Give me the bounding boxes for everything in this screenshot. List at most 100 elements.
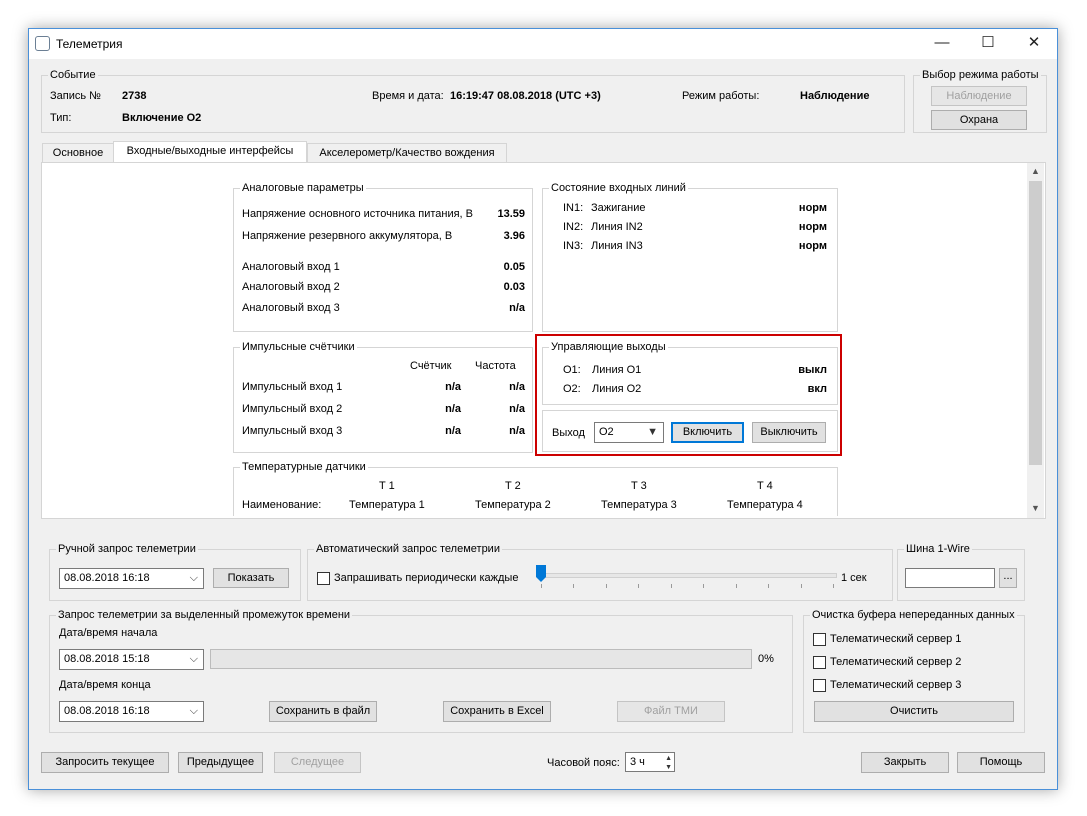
pulse-row-label: Импульсный вход 1 (242, 381, 343, 393)
slider-tick (573, 584, 575, 588)
temp-sensor-name: Температура 2 (475, 499, 551, 511)
auto-request-legend: Автоматический запрос телеметрии (316, 543, 500, 555)
interval-slider-thumb[interactable] (536, 565, 546, 583)
clear-buffer-button[interactable]: Очистить (814, 701, 1014, 722)
range-start-label: Дата/время начала (59, 627, 158, 639)
type-label: Тип: (50, 112, 72, 124)
request-current-button[interactable]: Запросить текущее (41, 752, 169, 773)
temp-sensor-name: Температура 1 (349, 499, 425, 511)
close-icon[interactable]: ✕ (1011, 29, 1057, 59)
range-start-picker[interactable]: 08.08.2018 15:18 ⌵ (59, 649, 204, 670)
interval-slider-track[interactable] (537, 573, 837, 578)
mode-label: Режим работы: (682, 90, 760, 102)
server-2-checkbox[interactable] (813, 656, 826, 669)
input-lines-legend: Состояние входных линий (551, 182, 686, 194)
server-2-label: Телематический сервер 2 (830, 656, 962, 668)
pulse-col-freq: Частота (475, 360, 516, 372)
turn-on-button[interactable]: Включить (671, 422, 744, 443)
pulse-row-freq: n/a (509, 403, 525, 415)
slider-tick (605, 584, 607, 588)
show-button[interactable]: Показать (213, 568, 289, 588)
server-3-label: Телематический сервер 3 (830, 679, 962, 691)
pulse-row-counter: n/a (445, 403, 461, 415)
scroll-down-icon[interactable]: ▼ (1031, 503, 1040, 513)
output-state: вкл (807, 383, 827, 395)
slider-tick (541, 584, 542, 588)
tab-main[interactable]: Основное (42, 143, 114, 162)
slider-tick (670, 584, 672, 588)
pulse-row-counter: n/a (445, 381, 461, 393)
onewire-input[interactable] (905, 568, 995, 588)
pulse-col-counter: Счётчик (410, 360, 452, 372)
save-file-button[interactable]: Сохранить в файл (269, 701, 377, 722)
analog-row-value: 13.59 (497, 208, 525, 220)
maximize-icon[interactable]: ☐ (965, 29, 1011, 59)
datetime-label: Время и дата: (372, 90, 444, 102)
range-start-value: 08.08.2018 15:18 (64, 653, 150, 665)
save-excel-button[interactable]: Сохранить в Excel (443, 701, 551, 722)
temp-sensor-name: Температура 4 (727, 499, 803, 511)
output-name: Линия O1 (592, 364, 642, 376)
temp-sensor-id: T 2 (505, 480, 521, 492)
analog-row-value: 0.03 (503, 281, 525, 293)
turn-off-button[interactable]: Выключить (752, 422, 826, 443)
telemetry-window: Телеметрия — ☐ ✕ Событие Запись № 2738 Т… (28, 28, 1058, 790)
minimize-icon[interactable]: — (919, 29, 965, 59)
periodic-checkbox-label: Запрашивать периодически каждые (334, 572, 519, 584)
chevron-down-icon: ⌵ (189, 705, 198, 717)
tmi-file-button[interactable]: Файл ТМИ (617, 701, 725, 722)
range-progress-text: 0% (758, 653, 774, 665)
vertical-scrollbar[interactable]: ▲ ▼ (1027, 163, 1044, 518)
analog-legend: Аналоговые параметры (242, 182, 364, 194)
onewire-browse-button[interactable]: ... (999, 568, 1017, 588)
datetime-value: 16:19:47 08.08.2018 (UTC +3) (450, 90, 601, 102)
input-line-id: IN1: (563, 202, 584, 214)
close-button[interactable]: Закрыть (861, 752, 949, 773)
previous-button[interactable]: Предыдущее (178, 752, 263, 773)
pulse-legend: Импульсные счётчики (242, 341, 355, 353)
server-3-checkbox[interactable] (813, 679, 826, 692)
slider-tick (800, 584, 802, 588)
analog-row-value: 3.96 (503, 230, 525, 242)
analog-row-label: Аналоговый вход 3 (242, 302, 340, 314)
help-button[interactable]: Помощь (957, 752, 1045, 773)
manual-date-picker[interactable]: 08.08.2018 16:18 ⌵ (59, 568, 204, 589)
range-progress-bar (210, 649, 752, 669)
range-request-legend: Запрос телеметрии за выделенный промежут… (58, 609, 351, 621)
spinner-arrows-icon[interactable]: ▲ ▼ (665, 754, 672, 772)
chevron-down-icon: ▼ (647, 426, 658, 438)
tab-accelerometer[interactable]: Акселерометр/Качество вождения (307, 143, 507, 162)
mode-select-legend: Выбор режима работы (922, 69, 1039, 81)
input-line-id: IN3: (563, 240, 584, 252)
slider-tick (833, 584, 834, 588)
tab-io-interfaces[interactable]: Входные/выходные интерфейсы (113, 141, 307, 163)
pulse-row-freq: n/a (509, 381, 525, 393)
input-line-state: норм (798, 202, 827, 214)
guard-button[interactable]: Охрана (931, 110, 1027, 130)
scroll-up-icon[interactable]: ▲ (1031, 166, 1040, 176)
analog-row-label: Аналоговый вход 1 (242, 261, 340, 273)
observe-button[interactable]: Наблюдение (931, 86, 1027, 106)
event-legend: Событие (50, 69, 96, 81)
interval-slider-ticks (541, 584, 834, 589)
server-1-checkbox[interactable] (813, 633, 826, 646)
input-line-state: норм (798, 240, 827, 252)
output-select[interactable]: O2 ▼ (594, 422, 664, 443)
chevron-down-icon: ⌵ (189, 653, 198, 665)
scroll-thumb[interactable] (1029, 181, 1042, 465)
onewire-legend: Шина 1-Wire (906, 543, 970, 555)
range-end-picker[interactable]: 08.08.2018 16:18 ⌵ (59, 701, 204, 722)
app-icon (35, 36, 50, 51)
temp-legend: Температурные датчики (242, 461, 366, 473)
timezone-spinner[interactable]: 3 ч ▲ ▼ (625, 752, 675, 772)
next-button[interactable]: Следущее (274, 752, 361, 773)
temp-name-label: Наименование: (242, 499, 322, 511)
manual-date-value: 08.08.2018 16:18 (64, 572, 150, 584)
output-select-value: O2 (599, 426, 614, 438)
analog-row-label: Напряжение основного источника питания, … (242, 208, 473, 220)
temp-sensor-name: Температура 3 (601, 499, 677, 511)
title-bar: Телеметрия — ☐ ✕ (29, 29, 1057, 59)
manual-request-legend: Ручной запрос телеметрии (58, 543, 196, 555)
periodic-checkbox[interactable] (317, 572, 330, 585)
analog-row-value: 0.05 (503, 261, 525, 273)
